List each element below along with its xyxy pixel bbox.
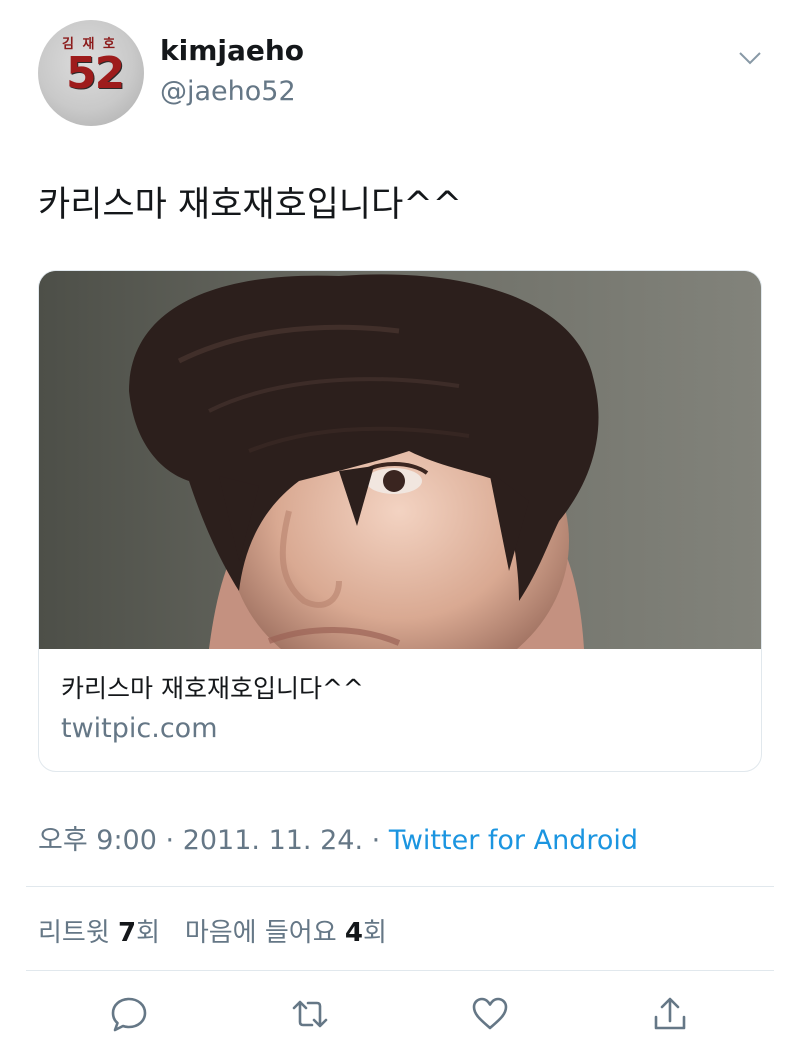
tweet-actions [0, 990, 800, 1042]
retweet-button[interactable] [284, 990, 336, 1042]
like-icon [470, 994, 510, 1038]
tweet-stats: 리트윗 7회 마음에 들어요 4회 [38, 912, 387, 949]
divider [26, 886, 774, 887]
link-card[interactable]: 카리스마 재호재호입니다^^ twitpic.com [38, 270, 762, 772]
chevron-down-icon[interactable] [736, 44, 764, 72]
like-button[interactable] [464, 990, 516, 1042]
likes-label: 마음에 들어요 [184, 918, 337, 948]
card-domain: twitpic.com [61, 713, 218, 744]
retweets-stat[interactable]: 리트윗 7회 [38, 918, 168, 948]
retweet-icon [288, 994, 332, 1038]
meta-separator: · [165, 825, 175, 856]
likes-unit: 회 [363, 918, 387, 948]
likes-stat[interactable]: 마음에 들어요 4회 [185, 918, 387, 948]
retweets-count: 7 [118, 918, 137, 948]
reply-icon [109, 994, 149, 1038]
card-image [39, 271, 761, 649]
likes-count: 4 [344, 918, 363, 948]
tweet-text: 카리스마 재호재호입니다^^ [38, 185, 462, 225]
tweet-source-link[interactable]: Twitter for Android [389, 825, 638, 856]
reply-button[interactable] [103, 990, 155, 1042]
avatar[interactable]: 김 재 호 52 [38, 20, 144, 126]
share-icon [650, 994, 690, 1038]
user-handle[interactable]: @jaeho52 [160, 76, 296, 107]
share-button[interactable] [644, 990, 696, 1042]
tweet-time: 오후 9:00 [38, 825, 157, 856]
divider [26, 970, 774, 971]
tweet-header: 김 재 호 52 kimjaeho @jaeho52 [38, 20, 778, 130]
meta-separator: · [371, 825, 381, 856]
avatar-number: 52 [66, 48, 125, 99]
retweets-label: 리트윗 [38, 918, 110, 948]
tweet-meta: 오후 9:00 · 2011. 11. 24. · Twitter for An… [38, 818, 638, 857]
card-title: 카리스마 재호재호입니다^^ [61, 674, 364, 703]
retweets-unit: 회 [136, 918, 161, 948]
display-name[interactable]: kimjaeho [160, 34, 304, 67]
tweet-date: 2011. 11. 24. [182, 825, 364, 856]
